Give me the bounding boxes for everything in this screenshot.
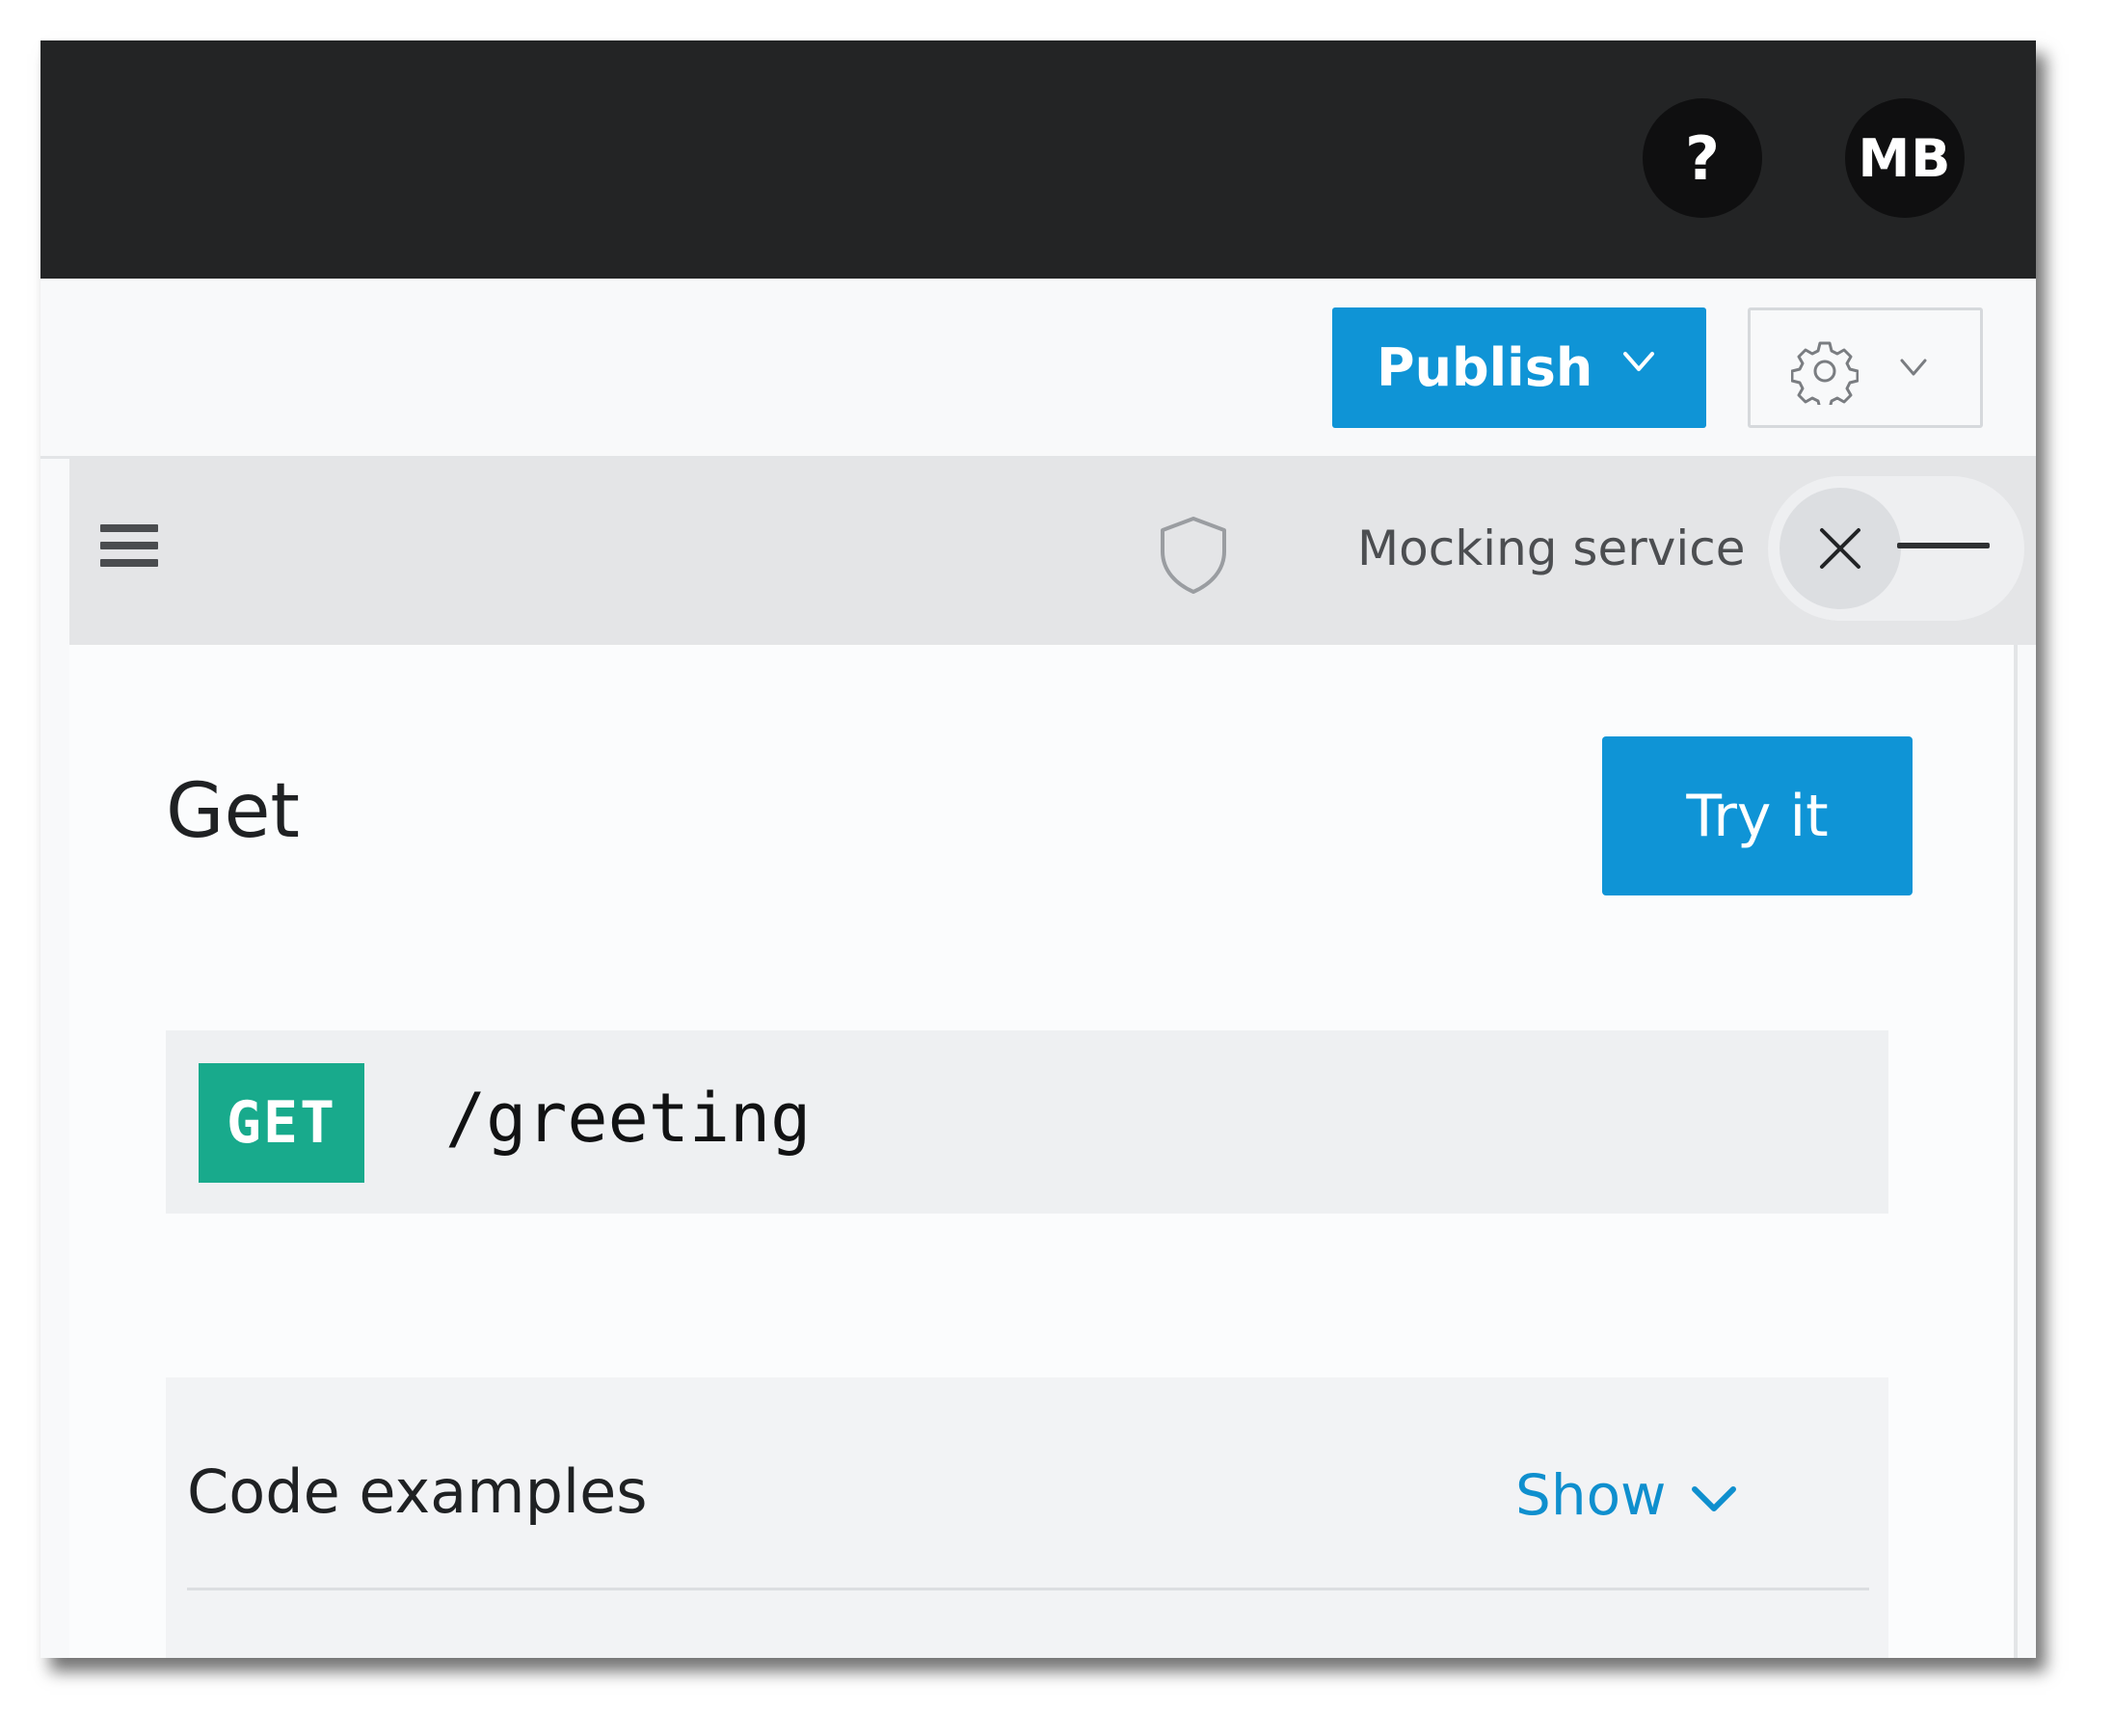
- mocking-service-toggle[interactable]: [1768, 476, 2024, 621]
- toggle-track-line: [1897, 543, 1990, 548]
- help-button[interactable]: ?: [1643, 98, 1762, 218]
- method-badge: GET: [199, 1063, 364, 1183]
- mocking-service-label: Mocking service: [1357, 521, 1746, 576]
- hamburger-icon[interactable]: [100, 524, 158, 580]
- endpoint-bar: GET /greeting: [166, 1030, 1888, 1214]
- close-icon: [1820, 528, 1860, 569]
- show-code-examples-link[interactable]: Show: [1515, 1462, 1667, 1528]
- divider: [187, 1588, 1869, 1590]
- publish-button-label: Publish: [1377, 337, 1593, 398]
- try-it-button[interactable]: Try it: [1602, 736, 1913, 895]
- operation-title: Get: [166, 768, 301, 855]
- chevron-down-icon: [1900, 359, 1927, 376]
- app-window: ? MB Publish Mocking service Get Try it …: [40, 40, 2036, 1658]
- settings-dropdown-button[interactable]: [1748, 307, 1983, 428]
- gear-icon: [1791, 341, 1859, 405]
- shield-icon[interactable]: [1157, 515, 1230, 596]
- toggle-knob: [1780, 488, 1901, 609]
- endpoint-path: /greeting: [445, 1079, 812, 1158]
- top-bar: ? MB: [40, 40, 2036, 279]
- code-examples-title: Code examples: [187, 1456, 648, 1527]
- user-avatar[interactable]: MB: [1845, 98, 1965, 218]
- operation-content: Get Try it GET /greeting Code examples S…: [69, 645, 2018, 1658]
- code-examples-panel: Code examples Show: [166, 1377, 1888, 1658]
- publish-button[interactable]: Publish: [1332, 307, 1706, 428]
- chevron-down-icon[interactable]: [1687, 1482, 1741, 1516]
- chevron-down-icon: [1623, 352, 1654, 371]
- editor-toolbar: Publish: [40, 279, 2036, 459]
- operation-panel-header: Mocking service: [69, 459, 2036, 645]
